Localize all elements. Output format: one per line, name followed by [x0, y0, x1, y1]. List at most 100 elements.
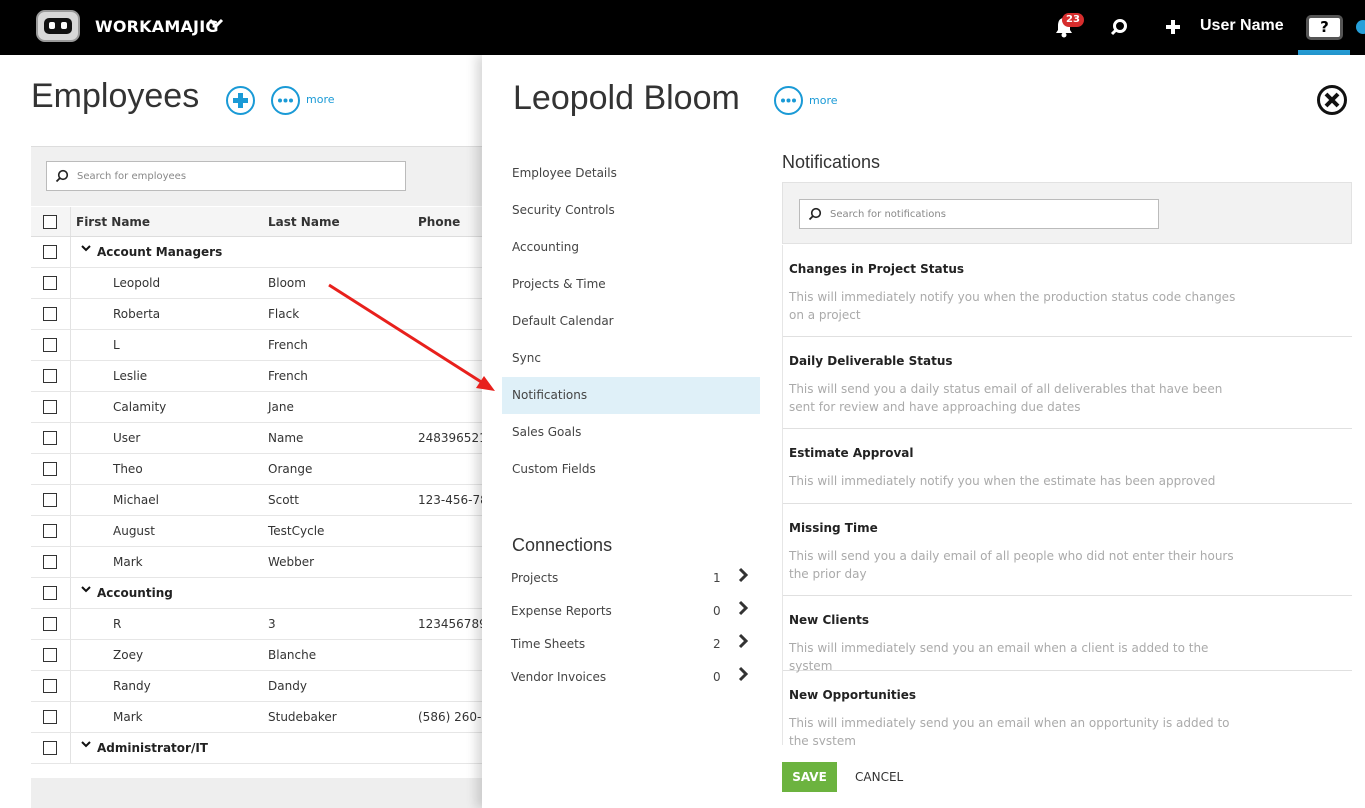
- table-row[interactable]: R 3 123456789: [31, 609, 491, 640]
- row-checkbox[interactable]: [43, 679, 57, 693]
- help-button[interactable]: ?: [1306, 15, 1343, 40]
- cell-last-name: French: [268, 338, 308, 352]
- table-row[interactable]: L French: [31, 330, 491, 361]
- more-options-button[interactable]: [271, 86, 300, 115]
- add-icon[interactable]: [1163, 17, 1183, 37]
- table-row[interactable]: Roberta Flack: [31, 299, 491, 330]
- connection-count: 1: [713, 571, 721, 585]
- column-header-first-name[interactable]: First Name: [76, 215, 150, 229]
- connections-title: Connections: [512, 535, 613, 555]
- notification-item[interactable]: Estimate Approval This will immediately n…: [783, 429, 1352, 504]
- connection-label: Expense Reports: [511, 604, 612, 618]
- employee-grid-header: First Name Last Name Phone: [31, 207, 491, 237]
- nav-item[interactable]: Sales Goals: [502, 414, 760, 451]
- notification-item[interactable]: New Clients This will immediately send yo…: [783, 596, 1352, 673]
- table-row[interactable]: Mark Studebaker (586) 260-3: [31, 702, 491, 733]
- status-dot[interactable]: [1356, 20, 1365, 34]
- row-checkbox[interactable]: [43, 400, 57, 414]
- notification-item[interactable]: Changes in Project Status This will immed…: [783, 245, 1352, 337]
- table-row[interactable]: Mark Webber: [31, 547, 491, 578]
- row-checkbox[interactable]: [43, 710, 57, 724]
- row-checkbox[interactable]: [43, 555, 57, 569]
- nav-item[interactable]: Notifications: [502, 377, 760, 414]
- panel-more-options-button[interactable]: [774, 86, 803, 115]
- table-row[interactable]: Leopold Bloom: [31, 268, 491, 299]
- nav-item[interactable]: Security Controls: [502, 192, 760, 229]
- more-link[interactable]: more: [306, 93, 335, 106]
- chevron-right-icon[interactable]: [737, 633, 749, 653]
- chevron-down-icon[interactable]: [208, 15, 224, 35]
- row-checkbox[interactable]: [43, 493, 57, 507]
- row-checkbox[interactable]: [43, 245, 57, 259]
- save-button[interactable]: SAVE: [782, 762, 837, 792]
- row-checkbox[interactable]: [43, 648, 57, 662]
- notification-description: This will immediately notify you when th…: [789, 290, 1236, 322]
- table-row[interactable]: August TestCycle: [31, 516, 491, 547]
- row-checkbox[interactable]: [43, 338, 57, 352]
- cell-last-name: Name: [268, 431, 304, 445]
- table-row[interactable]: Randy Dandy: [31, 671, 491, 702]
- chevron-down-icon[interactable]: [81, 584, 91, 597]
- notification-item[interactable]: Missing Time This will send you a daily e…: [783, 504, 1352, 596]
- cell-first-name: Mark: [113, 555, 143, 569]
- table-row[interactable]: Calamity Jane: [31, 392, 491, 423]
- row-checkbox[interactable]: [43, 617, 57, 631]
- nav-item[interactable]: Projects & Time: [502, 266, 760, 303]
- row-checkbox[interactable]: [43, 586, 57, 600]
- cell-last-name: Studebaker: [268, 710, 337, 724]
- connection-row[interactable]: Expense Reports 0: [511, 600, 751, 622]
- chevron-down-icon[interactable]: [81, 739, 91, 752]
- search-placeholder: Search for notifications: [830, 209, 946, 220]
- row-checkbox[interactable]: [43, 741, 57, 755]
- row-checkbox[interactable]: [43, 462, 57, 476]
- connection-row[interactable]: Vendor Invoices 0: [511, 666, 751, 688]
- row-checkbox[interactable]: [43, 276, 57, 290]
- table-row[interactable]: User Name 248396521: [31, 423, 491, 454]
- table-row[interactable]: Leslie French: [31, 361, 491, 392]
- employee-search-input[interactable]: Search for employees: [46, 161, 406, 191]
- app-brand[interactable]: WORKAMAJIG: [95, 17, 219, 36]
- table-row[interactable]: Michael Scott 123-456-78: [31, 485, 491, 516]
- close-panel-button[interactable]: [1317, 85, 1347, 115]
- row-checkbox[interactable]: [43, 431, 57, 445]
- column-header-last-name[interactable]: Last Name: [268, 215, 340, 229]
- nav-item[interactable]: Custom Fields: [502, 451, 760, 488]
- table-row[interactable]: Theo Orange: [31, 454, 491, 485]
- cell-first-name: R: [113, 617, 122, 631]
- notification-item[interactable]: New Opportunities This will immediately s…: [783, 671, 1352, 745]
- app-logo[interactable]: [36, 10, 80, 42]
- select-all-checkbox[interactable]: [43, 215, 57, 229]
- connection-row[interactable]: Time Sheets 2: [511, 633, 751, 655]
- ellipsis-icon: [278, 98, 293, 103]
- row-checkbox[interactable]: [43, 524, 57, 538]
- employee-search-area: Search for employees: [31, 146, 491, 206]
- group-row[interactable]: Accounting: [31, 578, 491, 609]
- cancel-button[interactable]: CANCEL: [855, 770, 903, 784]
- nav-item[interactable]: Sync: [502, 340, 760, 377]
- panel-more-link[interactable]: more: [809, 94, 838, 107]
- connection-row[interactable]: Projects 1: [511, 567, 751, 589]
- add-employee-button[interactable]: [226, 86, 255, 115]
- row-checkbox[interactable]: [43, 369, 57, 383]
- chevron-right-icon[interactable]: [737, 600, 749, 620]
- notification-title: Changes in Project Status: [789, 262, 965, 276]
- chevron-right-icon[interactable]: [737, 666, 749, 686]
- group-row[interactable]: Account Managers: [31, 237, 491, 268]
- row-checkbox[interactable]: [43, 307, 57, 321]
- table-row[interactable]: Zoey Blanche: [31, 640, 491, 671]
- employee-detail-panel: Leopold Bloom more Employee Details Secur…: [482, 55, 1365, 808]
- notification-search-input[interactable]: Search for notifications: [799, 199, 1159, 229]
- cell-last-name: 3: [268, 617, 276, 631]
- chevron-right-icon[interactable]: [737, 567, 749, 587]
- search-icon[interactable]: [1109, 17, 1129, 37]
- employee-name-title: Leopold Bloom: [513, 79, 740, 117]
- notification-item[interactable]: Daily Deliverable Status This will send y…: [783, 337, 1352, 429]
- nav-item[interactable]: Accounting: [502, 229, 760, 266]
- notification-title: Daily Deliverable Status: [789, 354, 953, 368]
- nav-item[interactable]: Default Calendar: [502, 303, 760, 340]
- column-header-phone[interactable]: Phone: [418, 215, 460, 229]
- nav-item[interactable]: Employee Details: [502, 155, 760, 192]
- group-row[interactable]: Administrator/IT: [31, 733, 491, 764]
- chevron-down-icon[interactable]: [81, 243, 91, 256]
- user-name[interactable]: User Name: [1200, 17, 1284, 35]
